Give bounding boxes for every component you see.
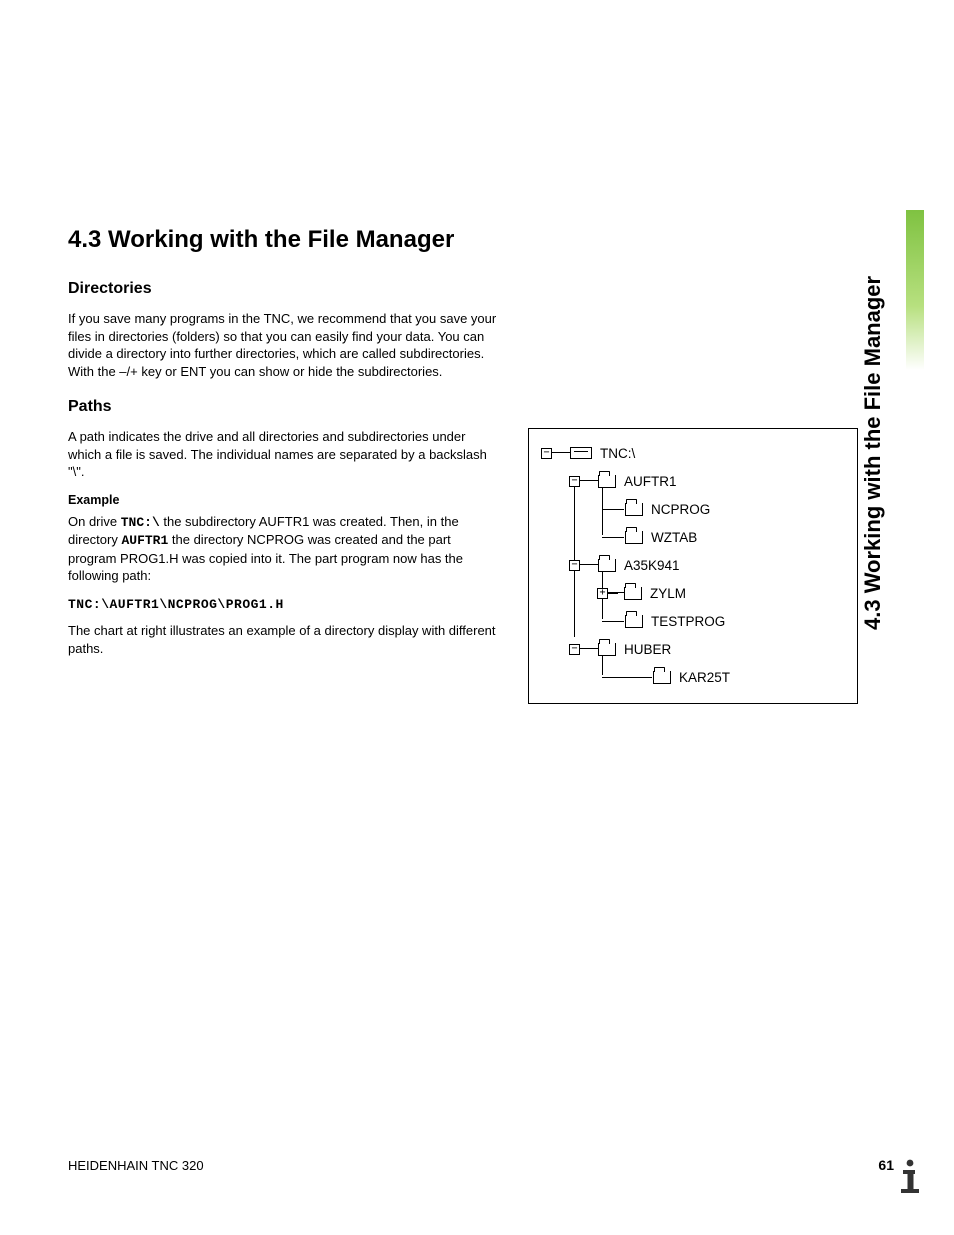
tree-label-root: TNC:\	[600, 446, 635, 461]
tree-label-a35k941: A35K941	[624, 558, 680, 573]
para-directories: If you save many programs in the TNC, we…	[68, 310, 498, 380]
drive-icon	[570, 447, 592, 459]
side-tab-text: 4.3 Working with the File Manager	[860, 210, 886, 630]
two-column-row: A path indicates the drive and all direc…	[68, 428, 858, 704]
para-paths-intro: A path indicates the drive and all direc…	[68, 428, 498, 481]
footer-left: HEIDENHAIN TNC 320	[68, 1158, 204, 1173]
side-tab: 4.3 Working with the File Manager	[886, 210, 924, 630]
auftr1-inline: AUFTR1	[121, 533, 168, 548]
para-example: On drive TNC:\ the subdirectory AUFTR1 w…	[68, 513, 498, 585]
tree-line	[602, 509, 624, 510]
path-code: TNC:\AUFTR1\NCPROG\PROG1.H	[68, 597, 498, 612]
tree-line	[580, 564, 598, 565]
tree-row-huber: − HUBER	[541, 635, 845, 663]
para-chart-note: The chart at right illustrates an exampl…	[68, 622, 498, 657]
toggle-minus-icon: −	[569, 476, 580, 487]
tree-label-ncprog: NCPROG	[651, 502, 710, 517]
para-example-a: On drive	[68, 514, 121, 529]
content-area: 4.3 Working with the File Manager Direct…	[68, 226, 858, 704]
folder-icon	[653, 671, 671, 684]
tree-line	[602, 621, 624, 622]
folder-icon	[625, 531, 643, 544]
subhead-paths: Paths	[68, 398, 858, 416]
tree-inner: − TNC:\ − AUFTR1	[541, 439, 845, 691]
column-left: A path indicates the drive and all direc…	[68, 428, 498, 669]
tree-row-root: − TNC:\	[541, 439, 845, 467]
tree-label-kar25t: KAR25T	[679, 670, 730, 685]
folder-icon	[598, 475, 616, 488]
tree-line	[602, 537, 624, 538]
side-tab-gradient	[906, 210, 924, 370]
column-right: − TNC:\ − AUFTR1	[528, 428, 858, 704]
tree-line	[580, 648, 598, 649]
tnc-drive-inline: TNC:\	[121, 515, 160, 530]
tree-row-auftr1: − AUFTR1	[541, 467, 845, 495]
subhead-directories: Directories	[68, 280, 858, 298]
tree-row-testprog: TESTPROG	[541, 607, 845, 635]
directory-tree: − TNC:\ − AUFTR1	[528, 428, 858, 704]
tree-row-wztab: WZTAB	[541, 523, 845, 551]
toggle-minus-icon: −	[541, 448, 552, 459]
toggle-minus-icon: −	[569, 644, 580, 655]
tree-label-wztab: WZTAB	[651, 530, 697, 545]
tree-line	[608, 592, 624, 593]
section-title: 4.3 Working with the File Manager	[68, 226, 858, 254]
tree-row-kar25t: KAR25T	[541, 663, 845, 691]
tree-row-ncprog: NCPROG	[541, 495, 845, 523]
footer: HEIDENHAIN TNC 320 61	[68, 1157, 894, 1173]
info-icon	[888, 1153, 932, 1197]
page: 4.3 Working with the File Manager 4.3 Wo…	[0, 0, 954, 1235]
folder-icon	[598, 559, 616, 572]
tree-label-zylm: ZYLM	[650, 586, 686, 601]
tree-label-auftr1: AUFTR1	[624, 474, 677, 489]
toggle-plus-icon: +	[597, 588, 608, 599]
tree-row-a35k941: − A35K941	[541, 551, 845, 579]
folder-icon	[625, 615, 643, 628]
tree-line	[580, 480, 598, 481]
folder-icon	[625, 503, 643, 516]
example-label: Example	[68, 493, 498, 507]
tree-label-huber: HUBER	[624, 642, 671, 657]
folder-icon	[598, 643, 616, 656]
toggle-minus-icon: −	[569, 560, 580, 571]
tree-row-zylm: + ZYLM	[541, 579, 845, 607]
tree-line	[602, 677, 652, 678]
folder-icon	[624, 587, 642, 600]
tree-line	[552, 452, 570, 453]
tree-label-testprog: TESTPROG	[651, 614, 725, 629]
